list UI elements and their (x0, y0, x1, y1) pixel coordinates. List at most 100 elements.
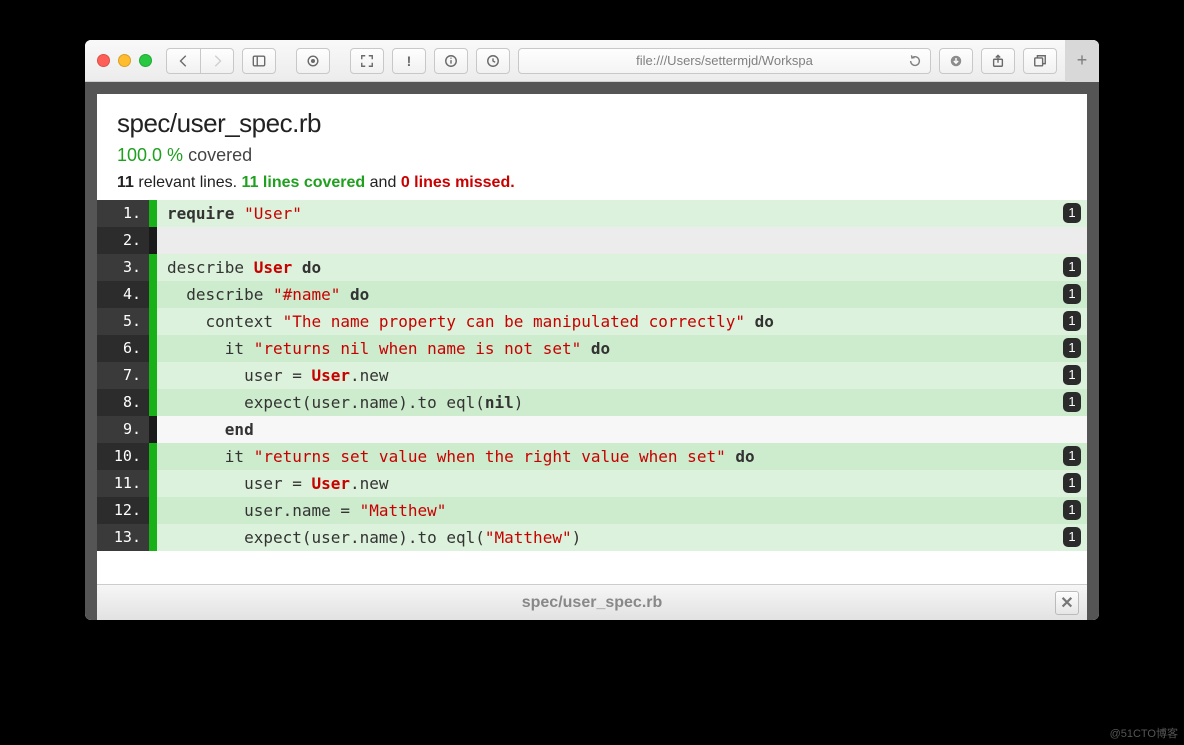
coverage-marker (149, 470, 157, 497)
code-content: expect(user.name).to eql(nil)1 (157, 389, 1087, 416)
covered-label: lines covered (263, 174, 365, 191)
coverage-marker (149, 200, 157, 227)
title-bar: ! file:///Users/settermjd/Workspa + (85, 40, 1099, 82)
coverage-marker (149, 335, 157, 362)
code-content: user = User.new1 (157, 362, 1087, 389)
browser-window: ! file:///Users/settermjd/Workspa + spec… (85, 40, 1099, 620)
footer-bar: spec/user_spec.rb ✕ (97, 584, 1087, 620)
line-number: 3. (97, 254, 149, 281)
coverage-percent: 100.0 % (117, 145, 183, 165)
file-title: spec/user_spec.rb (117, 108, 1067, 139)
code-line: 10. it "returns set value when the right… (97, 443, 1087, 470)
code-content: user = User.new1 (157, 470, 1087, 497)
close-window-button[interactable] (97, 54, 110, 67)
code-content: user.name = "Matthew"1 (157, 497, 1087, 524)
address-bar[interactable]: file:///Users/settermjd/Workspa (518, 48, 931, 74)
line-number: 8. (97, 389, 149, 416)
code-listing[interactable]: 1.require "User"12.3.describe User do14.… (97, 200, 1087, 584)
code-line: 1. require "User"1 (97, 200, 1087, 227)
coverage-marker (149, 308, 157, 335)
coverage-marker (149, 497, 157, 524)
hit-count-badge: 1 (1063, 473, 1081, 493)
hit-count-badge: 1 (1063, 500, 1081, 520)
hit-count-badge: 1 (1063, 446, 1081, 466)
coverage-line: 100.0 % covered (117, 145, 1067, 166)
share-button[interactable] (981, 48, 1015, 74)
code-line: 8. expect(user.name).to eql(nil)1 (97, 389, 1087, 416)
fullscreen-icon[interactable] (350, 48, 384, 74)
line-number: 9. (97, 416, 149, 443)
new-tab-button[interactable]: + (1065, 40, 1099, 82)
hit-count-badge: 1 (1063, 311, 1081, 331)
coverage-marker (149, 524, 157, 551)
stats-line: 11 relevant lines. 11 lines covered and … (117, 174, 1067, 192)
coverage-marker (149, 416, 157, 443)
coverage-marker (149, 227, 157, 254)
line-number: 7. (97, 362, 149, 389)
content-frame: spec/user_spec.rb 100.0 % covered 11 rel… (85, 82, 1099, 620)
line-number: 5. (97, 308, 149, 335)
line-number: 2. (97, 227, 149, 254)
hit-count-badge: 1 (1063, 365, 1081, 385)
page-header: spec/user_spec.rb 100.0 % covered 11 rel… (97, 94, 1087, 200)
code-line: 6. it "returns nil when name is not set"… (97, 335, 1087, 362)
code-line: 12. user.name = "Matthew"1 (97, 497, 1087, 524)
coverage-marker (149, 389, 157, 416)
hit-count-badge: 1 (1063, 284, 1081, 304)
code-content: end (157, 416, 1087, 443)
code-content: expect(user.name).to eql("Matthew")1 (157, 524, 1087, 551)
line-number: 11. (97, 470, 149, 497)
minimize-window-button[interactable] (118, 54, 131, 67)
forward-button[interactable] (200, 48, 234, 74)
history-icon[interactable] (476, 48, 510, 74)
line-number: 6. (97, 335, 149, 362)
downloads-button[interactable] (939, 48, 973, 74)
code-content: it "returns set value when the right val… (157, 443, 1087, 470)
traffic-lights (97, 54, 152, 67)
tabs-button[interactable] (1023, 48, 1057, 74)
back-button[interactable] (166, 48, 200, 74)
hit-count-badge: 1 (1063, 203, 1081, 223)
code-line: 7. user = User.new1 (97, 362, 1087, 389)
coverage-marker (149, 254, 157, 281)
reload-icon[interactable] (908, 54, 922, 71)
relevant-label: relevant lines. (138, 174, 237, 191)
code-line: 4. describe "#name" do1 (97, 281, 1087, 308)
coverage-page: spec/user_spec.rb 100.0 % covered 11 rel… (97, 94, 1087, 584)
code-content (157, 227, 1087, 254)
code-content: it "returns nil when name is not set" do… (157, 335, 1087, 362)
hit-count-badge: 1 (1063, 392, 1081, 412)
code-line: 11. user = User.new1 (97, 470, 1087, 497)
coverage-marker (149, 362, 157, 389)
code-line: 3. describe User do1 (97, 254, 1087, 281)
line-number: 4. (97, 281, 149, 308)
code-line: 2. (97, 227, 1087, 254)
sidebar-toggle-button[interactable] (242, 48, 276, 74)
code-line: 13. expect(user.name).to eql("Matthew")1 (97, 524, 1087, 551)
maximize-window-button[interactable] (139, 54, 152, 67)
hit-count-badge: 1 (1063, 527, 1081, 547)
code-content: describe "#name" do1 (157, 281, 1087, 308)
close-panel-button[interactable]: ✕ (1055, 591, 1079, 615)
missed-label: lines missed. (414, 174, 515, 191)
coverage-marker (149, 443, 157, 470)
hit-count-badge: 1 (1063, 338, 1081, 358)
line-number: 13. (97, 524, 149, 551)
line-number: 12. (97, 497, 149, 524)
url-text: file:///Users/settermjd/Workspa (636, 53, 813, 68)
code-content: describe User do1 (157, 254, 1087, 281)
info-icon[interactable] (434, 48, 468, 74)
coverage-marker (149, 281, 157, 308)
target-icon[interactable] (296, 48, 330, 74)
code-line: 9. end (97, 416, 1087, 443)
alert-icon[interactable]: ! (392, 48, 426, 74)
missed-count: 0 (401, 174, 410, 191)
code-content: require "User"1 (157, 200, 1087, 227)
footer-file-path: spec/user_spec.rb (522, 594, 663, 612)
coverage-label: covered (188, 145, 252, 165)
covered-count: 11 (242, 174, 259, 191)
hit-count-badge: 1 (1063, 257, 1081, 277)
code-line: 5. context "The name property can be man… (97, 308, 1087, 335)
code-content: context "The name property can be manipu… (157, 308, 1087, 335)
line-number: 1. (97, 200, 149, 227)
